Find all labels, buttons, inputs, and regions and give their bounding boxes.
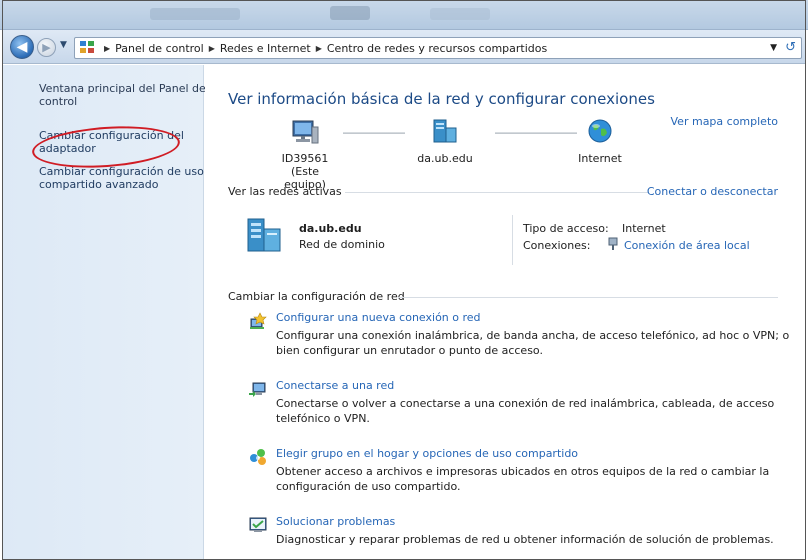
task-description: Conectarse o volver a conectarse a una c… [276,397,775,425]
page-title: Ver información básica de la red y confi… [228,90,655,108]
task-title[interactable]: Solucionar problemas [276,515,395,528]
globe-icon [588,119,612,143]
access-type-label: Tipo de acceso: [523,222,609,235]
access-type-value: Internet [622,222,666,235]
left-pane: Ventana principal del Panel de control C… [2,65,206,560]
local-area-connection-link[interactable]: Conexión de área local [624,239,750,252]
map-connector [495,132,577,134]
address-bar[interactable]: ▶ Panel de control ▶ Redes e Internet ▶ … [74,37,802,59]
blurred-title [430,8,490,20]
breadcrumb-separator-icon[interactable]: ▶ [209,44,215,53]
active-networks-heading: Ver las redes activas [228,185,342,198]
change-settings-heading: Cambiar la configuración de red [228,290,405,303]
task-title[interactable]: Conectarse a una red [276,379,394,392]
link-advanced-sharing-settings[interactable]: Cambiar configuración de uso compartido … [39,165,209,191]
breadcrumb-network-center[interactable]: Centro de redes y recursos compartidos [327,42,547,55]
refresh-icon[interactable]: ↺ [785,40,796,55]
navigation-toolbar: ◀ ▶ ▼ ▶ Panel de control ▶ Redes e Inter… [2,30,806,64]
map-internet-node[interactable]: Internet [570,117,630,165]
computer-icon [292,120,319,144]
link-control-panel-home[interactable]: Ventana principal del Panel de control [39,82,209,108]
map-computer-node[interactable]: ID39561 (Este equipo) [275,117,335,191]
section-divider [398,297,778,298]
active-network-name: da.ub.edu [299,222,362,235]
domain-network-icon [433,119,457,143]
troubleshoot-icon [249,517,267,532]
active-network-type[interactable]: Red de dominio [299,238,385,251]
homegroup-icon [250,449,266,465]
task-title[interactable]: Elegir grupo en el hogar y opciones de u… [276,447,578,460]
task-description: Obtener acceso a archivos e impresoras u… [276,465,770,493]
breadcrumb-separator-icon[interactable]: ▶ [316,44,322,53]
map-connector [343,132,405,134]
connect-disconnect-link[interactable]: Conectar o desconectar [647,185,778,198]
history-dropdown-icon[interactable]: ▼ [60,40,67,50]
connect-network-icon [249,382,266,397]
forward-arrow-icon[interactable]: ▶ [37,38,56,57]
address-dropdown-icon[interactable]: ▼ [770,43,777,53]
map-network-node[interactable]: da.ub.edu [405,117,485,165]
breadcrumb-separator-icon[interactable]: ▶ [104,44,110,53]
breadcrumb-network-internet[interactable]: Redes e Internet [220,42,311,55]
section-divider [345,192,649,193]
main-content: Ver información básica de la red y confi… [205,65,806,560]
vertical-divider [512,215,513,265]
computer-name: ID39561 [281,152,329,165]
blurred-icon [330,6,370,20]
blurred-title [150,8,240,20]
internet-label: Internet [578,152,622,165]
background-window-strip [0,0,808,30]
domain-network-icon [247,218,281,252]
control-panel-icon [80,41,95,55]
breadcrumb: ▶ Panel de control ▶ Redes e Internet ▶ … [99,42,547,55]
back-arrow-icon[interactable]: ◀ [10,35,34,59]
connections-label: Conexiones: [523,239,591,252]
task-description: Configurar una conexión inalámbrica, de … [276,329,790,357]
full-map-link[interactable]: Ver mapa completo [671,115,778,128]
network-node-name: da.ub.edu [417,152,473,165]
new-connection-icon [250,312,267,329]
task-title[interactable]: Configurar una nueva conexión o red [276,311,481,324]
ethernet-cable-icon [608,237,618,250]
breadcrumb-control-panel[interactable]: Panel de control [115,42,204,55]
link-change-adapter-settings[interactable]: Cambiar configuración del adaptador [39,129,209,155]
task-description: Diagnosticar y reparar problemas de red … [276,533,774,546]
